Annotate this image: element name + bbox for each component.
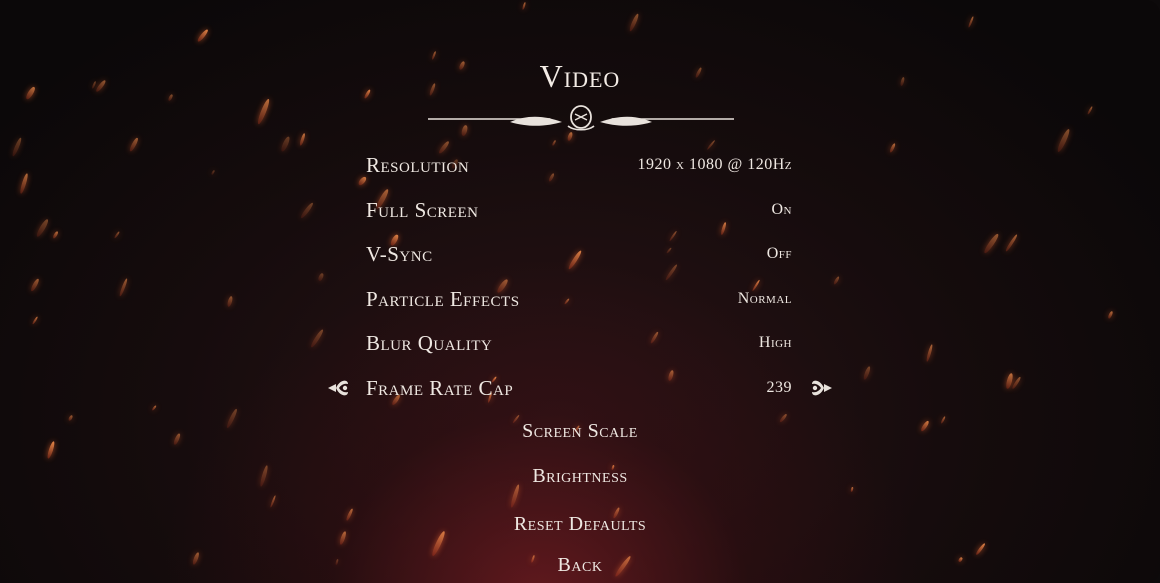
ember-particle xyxy=(309,328,325,349)
setting-value: Normal xyxy=(737,290,792,307)
ember-particle xyxy=(317,272,324,282)
screen-scale-button[interactable]: Screen Scale xyxy=(0,420,1160,443)
ember-particle xyxy=(299,132,307,146)
ember-particle xyxy=(862,365,872,380)
ember-particle xyxy=(46,440,56,459)
ember-particle xyxy=(1107,310,1114,319)
setting-row-v-sync[interactable]: V-Sync Off xyxy=(366,239,792,269)
ember-particle xyxy=(299,201,315,220)
reset-defaults-button[interactable]: Reset Defaults xyxy=(0,513,1160,536)
ember-particle xyxy=(925,343,934,363)
setting-label: Full Screen xyxy=(366,197,479,222)
back-label: Back xyxy=(557,554,603,576)
ember-particle xyxy=(114,231,121,239)
ember-particle xyxy=(11,136,23,157)
ember-particle xyxy=(31,316,39,326)
ember-particle xyxy=(35,218,50,238)
ember-particle xyxy=(888,142,897,154)
brightness-label: Brightness xyxy=(532,465,628,487)
ember-particle xyxy=(269,495,277,508)
back-button[interactable]: Back xyxy=(0,554,1160,577)
setting-value: High xyxy=(758,334,792,351)
setting-row-frame-rate-cap[interactable]: Frame Rate Cap 239 xyxy=(366,373,792,403)
setting-row-blur-quality[interactable]: Blur Quality High xyxy=(366,328,792,358)
ember-particle xyxy=(196,28,209,43)
fleur-selector-left-icon xyxy=(328,380,348,396)
ember-particle xyxy=(29,277,41,292)
ember-particle xyxy=(226,295,234,308)
setting-label: Frame Rate Cap xyxy=(366,375,514,400)
setting-value: On xyxy=(771,201,792,218)
setting-row-resolution[interactable]: Resolution 1920 x 1080 @ 120Hz xyxy=(366,150,792,180)
setting-row-full-screen[interactable]: Full Screen On xyxy=(366,195,792,225)
brightness-button[interactable]: Brightness xyxy=(0,465,1160,488)
reset-defaults-label: Reset Defaults xyxy=(513,513,647,535)
setting-label: Resolution xyxy=(366,152,470,177)
ember-particle xyxy=(551,139,557,147)
setting-label: V-Sync xyxy=(366,241,433,266)
ember-particle xyxy=(706,139,716,151)
ember-particle xyxy=(1055,128,1072,154)
ember-particle xyxy=(128,137,139,152)
setting-value: 239 xyxy=(766,379,792,396)
fleur-selector-right-icon xyxy=(812,380,832,396)
ember-particle xyxy=(967,15,975,28)
ember-particle xyxy=(832,275,841,286)
setting-value: Off xyxy=(766,245,792,262)
ember-particle xyxy=(1004,233,1019,253)
ember-particle xyxy=(1086,105,1094,115)
ember-particle xyxy=(279,135,291,153)
ember-particle xyxy=(521,1,527,11)
setting-label: Blur Quality xyxy=(366,330,493,355)
setting-label: Particle Effects xyxy=(366,286,520,311)
ember-particle xyxy=(118,278,129,297)
ember-particle xyxy=(210,169,216,176)
ornate-divider-icon xyxy=(428,105,734,131)
setting-value: 1920 x 1080 @ 120Hz xyxy=(637,156,792,173)
screen-scale-label: Screen Scale xyxy=(522,420,638,442)
ember-particle xyxy=(256,98,271,126)
ember-particle xyxy=(628,12,640,33)
ember-particle xyxy=(982,232,1000,254)
ember-particle xyxy=(19,172,29,195)
video-settings-screen: Video Resolution 1920 x 1080 @ 120Hz Ful… xyxy=(0,0,1160,583)
ember-particle xyxy=(151,404,158,412)
ember-particle xyxy=(52,230,60,240)
ember-particle xyxy=(1011,376,1022,390)
setting-row-particle-effects[interactable]: Particle Effects Normal xyxy=(366,284,792,314)
menu-title: Video xyxy=(539,58,621,94)
